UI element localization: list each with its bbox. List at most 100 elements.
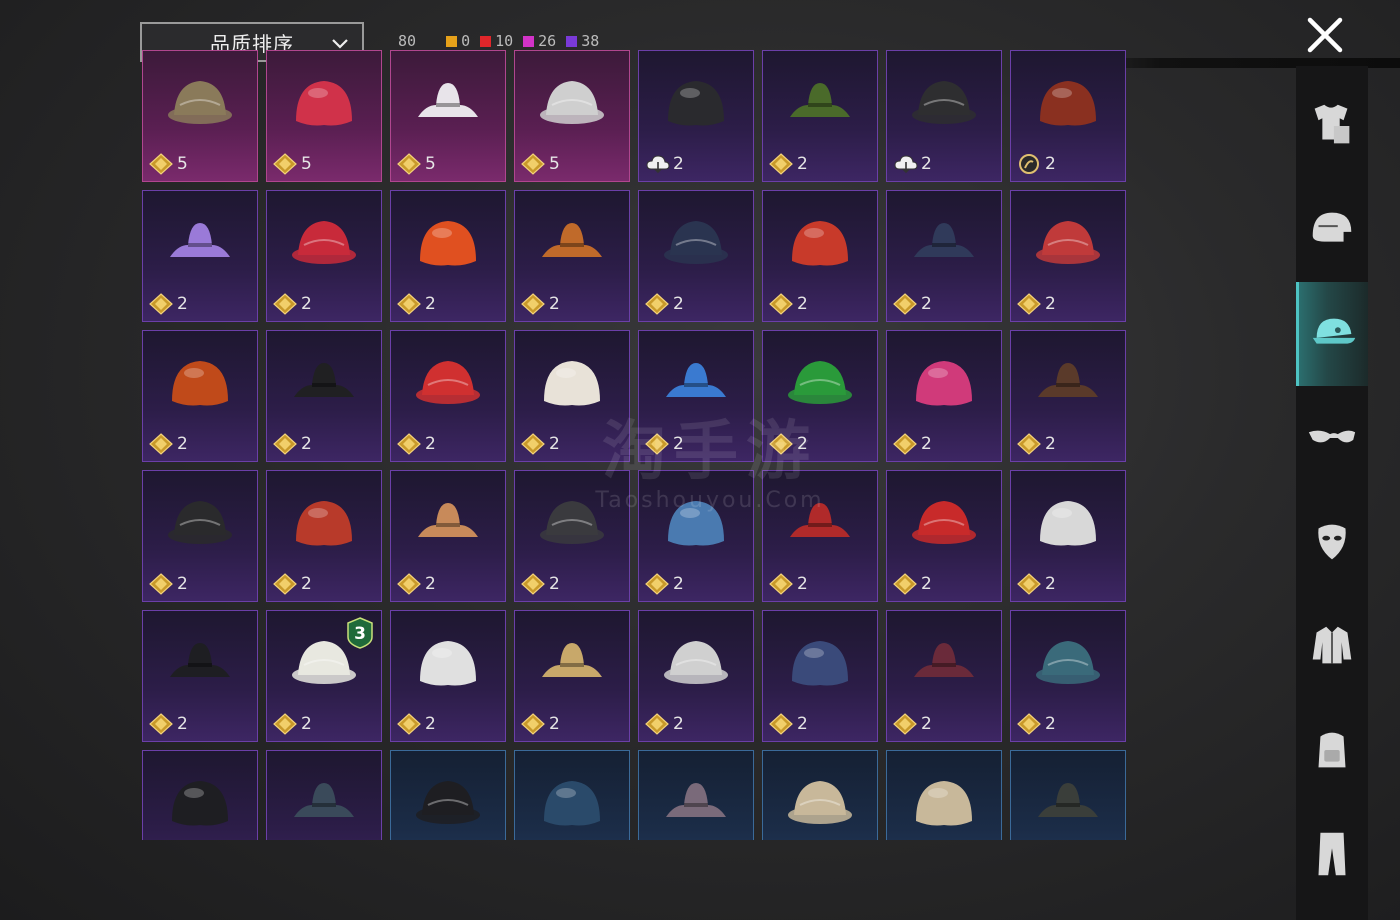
item-card-red-headband[interactable]: 2 [390,330,506,462]
item-card-skull-bandana[interactable]: 2 [266,470,382,602]
item-card-aviator-goggles-cap[interactable]: 2 [266,750,382,840]
item-card-red-trucker-cap[interactable]: 1 [762,750,878,840]
item-cost-value: 2 [921,574,932,594]
item-card-maid-headband[interactable]: 2 [390,610,506,742]
item-card-red-hair-cap[interactable]: 5 [266,50,382,182]
gem-currency-icon [397,713,423,735]
gem-currency-icon [521,153,547,175]
item-card-red-visor-helmet[interactable]: 2 [1010,190,1126,322]
close-button[interactable] [1304,14,1346,56]
gem-currency-icon [769,713,795,735]
category-tab-helmet[interactable] [1296,178,1368,282]
item-card-blue-beret[interactable]: 1 [514,750,630,840]
item-card-orange-hair-cap[interactable]: 2 [514,190,630,322]
item-card-hooded-mask[interactable]: 5 [142,50,258,182]
category-tab-outfit[interactable] [1296,74,1368,178]
item-card-blue-bow-hair[interactable]: 2 [266,190,382,322]
item-card-white-sun-hat[interactable]: 5 [390,50,506,182]
red-fedora-icon [904,485,984,565]
item-cost: 2 [643,153,684,175]
item-cost-value: 2 [549,294,560,314]
item-cost-value: 2 [797,574,808,594]
gem-currency-icon [769,573,795,595]
gem-currency-icon [273,433,299,455]
item-cost: 2 [271,713,312,735]
item-card-navy-garrison-cap[interactable]: 2 [762,610,878,742]
item-card-blue-bobble-hat[interactable]: 2 [638,330,754,462]
category-tab-mask[interactable] [1296,490,1368,594]
item-card-black-gas-mask[interactable]: 2 [266,330,382,462]
item-card-galaxy-cap[interactable]: 2 [142,190,258,322]
gem-currency-icon [893,713,919,735]
item-cost-value: 2 [1045,154,1056,174]
item-cost-value: 2 [797,154,808,174]
gem-currency-icon [273,573,299,595]
item-card-cake-hat[interactable]: 2 [514,610,630,742]
item-cost: 2 [395,713,436,735]
item-card-goggles-hair[interactable]: 2 [1010,50,1126,182]
item-cost: 2 [891,573,932,595]
item-card-flower-crown[interactable]: 23 [266,610,382,742]
item-card-police-cap[interactable]: 2 [142,610,258,742]
item-cost-value: 2 [921,294,932,314]
item-card-maroon-fedora[interactable]: 2 [886,610,1002,742]
item-cost-value: 2 [673,434,684,454]
item-card-cat-ears[interactable]: 2 [390,190,506,322]
item-card-pattern-bandana[interactable]: 2 [1010,610,1126,742]
item-card-christmas-tree-hat[interactable]: 2 [762,330,878,462]
item-card-black-beanie[interactable]: 2 [142,470,258,602]
item-card-black-bucket-hat[interactable]: 2 [142,750,258,840]
gem-currency-icon [893,573,919,595]
item-cost-value: 2 [1045,294,1056,314]
category-tab-backpack[interactable] [1296,698,1368,802]
item-card-white-shark-hood[interactable]: 2 [1010,470,1126,602]
gem-currency-icon [521,713,547,735]
item-card-navy-beanie[interactable]: 2 [638,190,754,322]
item-card-white-turban[interactable]: 2 [514,330,630,462]
item-cost: 2 [767,153,808,175]
item-cost: 5 [147,153,188,175]
shark-hood-icon [656,485,736,565]
item-card-gas-mask-helmet[interactable]: 2 [762,50,878,182]
category-tab-jacket[interactable] [1296,594,1368,698]
item-card-red-fedora[interactable]: 2 [886,470,1002,602]
item-cost-value: 2 [1045,434,1056,454]
police-cap-icon [160,625,240,705]
item-card-grey-flat-cap[interactable]: 1 [638,750,754,840]
gem-currency-icon [521,293,547,315]
category-tab-glasses[interactable] [1296,386,1368,490]
item-card-aviator-cap[interactable]: 2 [1010,330,1126,462]
pink-beret-icon [904,345,984,425]
item-card-camo-headset-cap[interactable]: 1 [1010,750,1126,840]
item-cost: 2 [147,433,188,455]
item-cost-value: 2 [425,574,436,594]
gem-currency-icon [645,293,671,315]
gem-currency-icon [397,153,423,175]
navy-garrison-cap-icon [780,625,860,705]
item-card-beige-cap[interactable]: 1 [886,750,1002,840]
item-card-black-helmet[interactable]: 2 [886,50,1002,182]
item-card-bucket-hat-hair[interactable]: 2 [886,190,1002,322]
beige-cap-icon [904,765,984,840]
galaxy-cap-icon [160,205,240,285]
item-card-black-baseball-cap[interactable]: 1 [390,750,506,840]
gold-swatch [446,35,458,47]
item-card-shark-hood[interactable]: 2 [638,470,754,602]
item-card-red-beret[interactable]: 2 [762,470,878,602]
item-card-red-gold-cap[interactable]: 2 [762,190,878,322]
item-card-bunny-ear-helmet[interactable]: 2 [638,50,754,182]
item-cost: 2 [147,293,188,315]
item-card-skull-balaclava[interactable]: 5 [514,50,630,182]
category-tab-cap[interactable] [1296,282,1368,386]
item-grid[interactable]: 5555222222222222222222222222222222322222… [142,50,1126,840]
category-tab-pants[interactable] [1296,802,1368,906]
item-cost: 2 [519,573,560,595]
item-cost: 2 [891,713,932,735]
item-card-pink-beret[interactable]: 2 [886,330,1002,462]
item-card-ponytail-mask[interactable]: 2 [142,330,258,462]
helmet-icon [1312,212,1352,242]
cap-icon [1312,318,1355,344]
item-card-black-masked-hood[interactable]: 2 [514,470,630,602]
item-card-straw-conical-hat[interactable]: 2 [390,470,506,602]
item-card-head-mirror[interactable]: 2 [638,610,754,742]
